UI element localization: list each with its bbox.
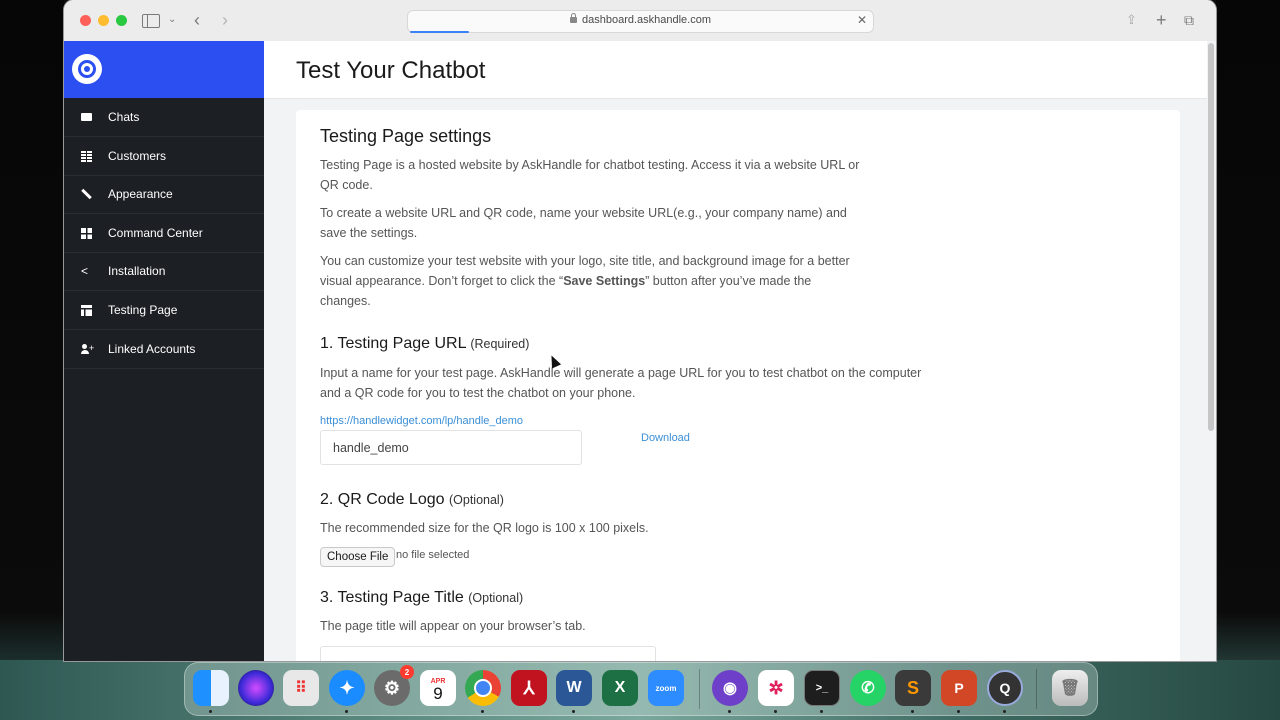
sidebar-item-appearance[interactable]: Appearance bbox=[64, 175, 264, 214]
chrome-icon[interactable] bbox=[465, 670, 501, 706]
word-icon[interactable]: W bbox=[556, 670, 592, 706]
github-icon[interactable]: ◉ bbox=[712, 670, 748, 706]
chevron-down-icon[interactable]: ⌄ bbox=[168, 10, 176, 30]
address-bar[interactable]: dashboard.askhandle.com ✕ bbox=[407, 10, 874, 33]
calendar-icon[interactable]: APR 9 bbox=[420, 670, 456, 706]
main-content: Test Your Chatbot Testing Page settings … bbox=[264, 41, 1216, 661]
acrobat-icon[interactable]: ⅄ bbox=[511, 670, 547, 706]
intro-paragraph-1: Testing Page is a hosted website by AskH… bbox=[320, 158, 860, 192]
intro-paragraph-3: You can customize your test website with… bbox=[320, 254, 850, 308]
running-indicator bbox=[209, 710, 212, 713]
running-indicator bbox=[820, 710, 823, 713]
running-indicator bbox=[911, 710, 914, 713]
page-icon bbox=[81, 304, 92, 316]
running-indicator bbox=[345, 710, 348, 713]
section-logo-desc: The recommended size for the QR logo is … bbox=[320, 521, 649, 535]
sidebar: Chats Customers Appearance Command Cente… bbox=[64, 41, 264, 661]
choose-file-button[interactable]: Choose File bbox=[320, 547, 396, 567]
sidebar-item-label: Customers bbox=[108, 149, 167, 163]
running-indicator bbox=[572, 710, 575, 713]
dock: ⠿ ✦ ⚙ 2 APR 9 ⅄ W X zoom ◉ ✲ >_ ✆ S P Q 🗑 bbox=[184, 662, 1098, 716]
sidebar-item-testing-page[interactable]: Testing Page bbox=[64, 291, 264, 330]
back-icon[interactable]: ‹ bbox=[194, 10, 200, 30]
desktop-left bbox=[0, 0, 64, 720]
sidebar-item-linked-accounts[interactable]: + Linked Accounts bbox=[64, 330, 264, 369]
sidebar-item-label: Linked Accounts bbox=[108, 342, 196, 356]
sidebar-item-label: Chats bbox=[108, 110, 140, 124]
chat-icon bbox=[81, 113, 92, 121]
notification-badge: 2 bbox=[400, 665, 414, 679]
sidebar-item-customers[interactable]: Customers bbox=[64, 137, 264, 176]
share-icon[interactable]: ⇪ bbox=[1126, 10, 1137, 30]
askhandle-logo[interactable] bbox=[72, 54, 102, 84]
forward-icon[interactable]: › bbox=[222, 10, 228, 30]
page-title-input[interactable] bbox=[320, 646, 656, 661]
sidebar-item-installation[interactable]: < Installation bbox=[64, 252, 264, 291]
finder-icon[interactable] bbox=[193, 670, 229, 706]
sidebar-item-command-center[interactable]: Command Center bbox=[64, 214, 264, 253]
sidebar-item-label: Testing Page bbox=[108, 303, 178, 317]
browser-toolbar: ⌄ ‹ › dashboard.askhandle.com ✕ ⇪ + ⧉ bbox=[64, 0, 1216, 42]
no-file-label: no file selected bbox=[396, 549, 470, 561]
running-indicator bbox=[728, 710, 731, 713]
new-tab-icon[interactable]: + bbox=[1156, 10, 1167, 30]
safari-icon[interactable]: ✦ bbox=[329, 670, 365, 706]
dock-separator bbox=[699, 669, 700, 709]
share-icon: < bbox=[81, 263, 89, 278]
launchpad-icon[interactable]: ⠿ bbox=[283, 670, 319, 706]
zoom-icon[interactable]: zoom bbox=[648, 670, 684, 706]
sidebar-item-label: Appearance bbox=[108, 187, 173, 201]
settings-icon[interactable]: ⚙ 2 bbox=[374, 665, 414, 706]
slack-icon[interactable]: ✲ bbox=[758, 670, 794, 706]
page-load-progress bbox=[410, 31, 469, 33]
powerpoint-icon[interactable]: P bbox=[941, 670, 977, 706]
page-name-input[interactable]: handle_demo bbox=[320, 430, 582, 465]
grid-icon bbox=[81, 227, 92, 239]
whatsapp-icon[interactable]: ✆ bbox=[850, 670, 886, 706]
running-indicator bbox=[481, 710, 484, 713]
sidebar-item-label: Command Center bbox=[108, 226, 203, 240]
tab-overview-icon[interactable]: ⧉ bbox=[1184, 10, 1194, 30]
running-indicator bbox=[1003, 710, 1006, 713]
table-icon bbox=[81, 150, 92, 162]
testing-page-link[interactable]: https://handlewidget.com/lp/handle_demo bbox=[320, 411, 523, 431]
siri-icon[interactable] bbox=[238, 670, 274, 706]
add-user-icon: + bbox=[81, 343, 94, 355]
settings-heading: Testing Page settings bbox=[320, 126, 492, 146]
settings-card: Testing Page settings Testing Page is a … bbox=[296, 110, 1180, 661]
sublime-text-icon[interactable]: S bbox=[895, 670, 931, 706]
section-url-desc: Input a name for your test page. AskHand… bbox=[320, 366, 922, 400]
browser-window: ⌄ ‹ › dashboard.askhandle.com ✕ ⇪ + ⧉ Ch… bbox=[64, 0, 1216, 661]
section-title-desc: The page title will appear on your brows… bbox=[320, 619, 586, 633]
stop-loading-icon[interactable]: ✕ bbox=[857, 13, 867, 27]
quicktime-icon[interactable]: Q bbox=[987, 670, 1023, 706]
download-qr-link[interactable]: Download bbox=[641, 432, 690, 444]
intro-paragraph-2: To create a website URL and QR code, nam… bbox=[320, 206, 847, 240]
page-title: Test Your Chatbot bbox=[296, 57, 486, 84]
url-text: dashboard.askhandle.com bbox=[581, 14, 712, 26]
close-window-button[interactable] bbox=[80, 15, 91, 26]
running-indicator bbox=[957, 710, 960, 713]
desktop-right bbox=[1216, 0, 1280, 720]
terminal-icon[interactable]: >_ bbox=[804, 670, 840, 706]
page-header: Test Your Chatbot bbox=[264, 41, 1207, 99]
save-settings-emphasis: Save Settings bbox=[563, 274, 646, 288]
maximize-window-button[interactable] bbox=[116, 15, 127, 26]
excel-icon[interactable]: X bbox=[602, 670, 638, 706]
sidebar-toggle-icon[interactable] bbox=[142, 14, 160, 28]
brush-icon bbox=[81, 188, 92, 200]
sidebar-item-label: Installation bbox=[108, 264, 166, 278]
logo-bar bbox=[64, 41, 264, 98]
trash-icon[interactable]: 🗑 bbox=[1052, 670, 1088, 706]
page-scrollbar[interactable] bbox=[1208, 43, 1214, 431]
sidebar-item-chats[interactable]: Chats bbox=[64, 98, 264, 137]
minimize-window-button[interactable] bbox=[98, 15, 109, 26]
section-title-title: 3. Testing Page Title (Optional) bbox=[320, 589, 524, 606]
running-indicator bbox=[774, 710, 777, 713]
section-url-title: 1. Testing Page URL (Required) bbox=[320, 335, 530, 352]
lock-icon bbox=[569, 13, 577, 23]
dock-separator bbox=[1036, 669, 1037, 709]
section-logo-title: 2. QR Code Logo (Optional) bbox=[320, 491, 504, 508]
